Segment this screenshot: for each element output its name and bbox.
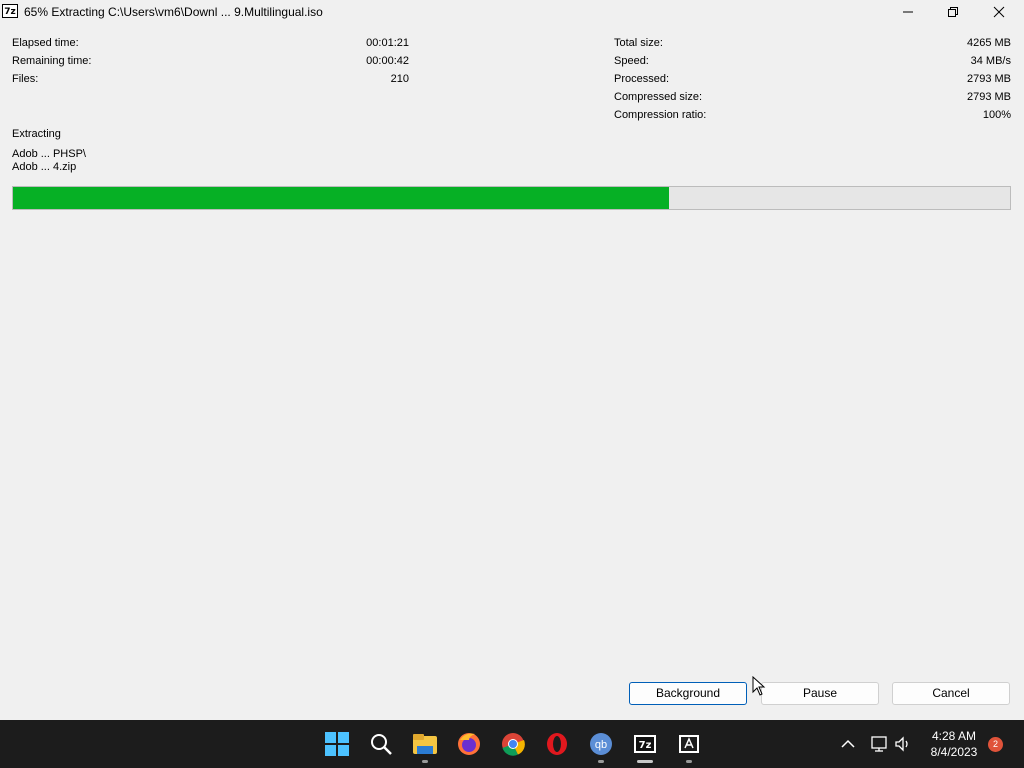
close-icon — [993, 6, 1005, 18]
processed-label: Processed: — [614, 73, 670, 85]
cancel-button[interactable]: Cancel — [892, 682, 1010, 705]
volume-icon[interactable] — [893, 734, 913, 754]
opera-icon[interactable] — [543, 730, 571, 758]
search-icon[interactable] — [367, 730, 395, 758]
file-explorer-running-indicator — [422, 760, 428, 763]
network-icon[interactable] — [869, 734, 889, 754]
extraction-progress-bar — [12, 186, 1011, 210]
restore-icon — [948, 7, 958, 17]
speed-value: 34 MB/s — [970, 55, 1011, 67]
7zip-taskbar-icon[interactable]: 7z — [631, 730, 659, 758]
show-hidden-icons-icon[interactable] — [838, 734, 858, 754]
adobe-installer-icon[interactable] — [675, 730, 703, 758]
files-value: 210 — [390, 73, 409, 85]
operation-label: Extracting — [12, 128, 61, 140]
svg-text:qb: qb — [595, 739, 607, 751]
file-explorer-icon[interactable] — [411, 730, 439, 758]
pause-button[interactable]: Pause — [761, 682, 879, 705]
files-label: Files: — [12, 73, 39, 85]
background-button[interactable]: Background — [629, 682, 747, 705]
compressed-size-value: 2793 MB — [966, 91, 1011, 103]
firefox-icon[interactable] — [455, 730, 483, 758]
remaining-time-value: 00:00:42 — [366, 55, 409, 67]
minimize-icon — [903, 11, 913, 13]
compressed-size-label: Compressed size: — [614, 91, 703, 103]
chrome-icon[interactable] — [499, 730, 527, 758]
svg-text:7z: 7z — [639, 740, 652, 751]
remaining-time-label: Remaining time: — [12, 55, 92, 67]
elapsed-time-value: 00:01:21 — [366, 37, 409, 49]
qbittorrent-icon[interactable]: qb — [587, 730, 615, 758]
restore-button[interactable] — [930, 0, 976, 24]
total-size-label: Total size: — [614, 37, 663, 49]
clock-time[interactable]: 4:28 AM — [920, 729, 988, 743]
close-button[interactable] — [976, 0, 1022, 24]
current-folder-path: Adob ... PHSP\ — [12, 148, 86, 160]
compression-ratio-label: Compression ratio: — [614, 109, 707, 121]
compression-ratio-value: 100% — [982, 109, 1011, 121]
window-title: 65% Extracting C:\Users\vm6\Downl ... 9.… — [24, 5, 323, 19]
notification-badge[interactable]: 2 — [988, 737, 1003, 752]
7zip-app-icon: 7z — [2, 4, 18, 18]
current-file-path: Adob ... 4.zip — [12, 161, 77, 173]
title-bar[interactable]: 7z 65% Extracting C:\Users\vm6\Downl ...… — [0, 0, 1024, 24]
adobe-running-indicator — [686, 760, 692, 763]
speed-label: Speed: — [614, 55, 649, 67]
7zip-active-indicator — [637, 760, 653, 763]
clock-date[interactable]: 8/4/2023 — [920, 745, 988, 759]
elapsed-time-label: Elapsed time: — [12, 37, 79, 49]
total-size-value: 4265 MB — [966, 37, 1011, 49]
processed-value: 2793 MB — [966, 73, 1011, 85]
mouse-cursor-icon — [752, 676, 766, 696]
progress-fill — [13, 187, 670, 209]
windows-start-icon[interactable] — [323, 730, 351, 758]
minimize-button[interactable] — [885, 0, 931, 24]
taskbar: qb 7z 4:28 AM 8/4/2023 2 — [0, 720, 1024, 768]
qbittorrent-running-indicator — [598, 760, 604, 763]
